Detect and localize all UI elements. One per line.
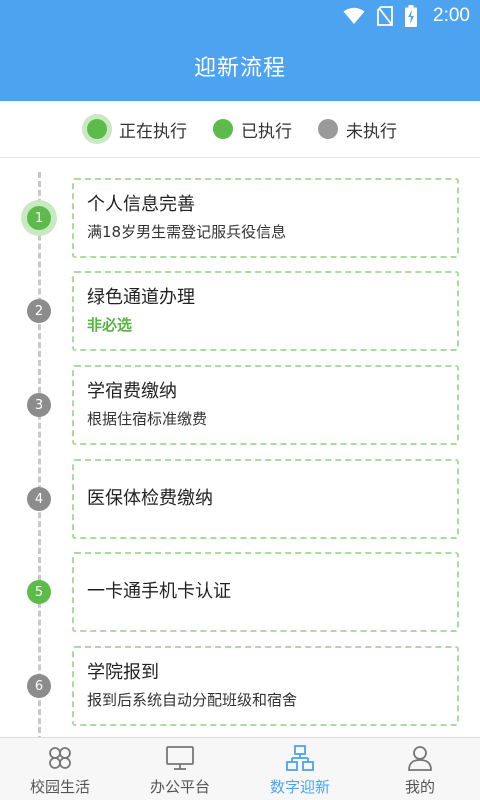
step-card-3[interactable]: 学宿费缴纳 根据住宿标准缴费 — [72, 365, 459, 445]
legend-item-current: 正在执行 — [83, 117, 187, 142]
legend-label: 正在执行 — [119, 121, 187, 142]
tab-label: 校园生活 — [29, 778, 90, 796]
no-sim-icon — [377, 6, 393, 26]
step-marker-3: 3 — [27, 393, 51, 417]
battery-charging-icon — [405, 5, 418, 27]
step-marker-4: 4 — [27, 487, 51, 511]
step-desc: 满18岁男生需登记服兵役信息 — [87, 223, 287, 241]
flower-grid-icon — [49, 747, 71, 769]
legend-item-pending: 未执行 — [318, 117, 397, 142]
step-card-6[interactable]: 学院报到 报到后系统自动分配班级和宿舍 — [72, 646, 459, 726]
tab-digital-welcome[interactable]: 数字迎新 — [240, 738, 360, 800]
step-desc: 根据住宿标准缴费 — [87, 410, 208, 428]
step-title: 绿色通道办理 — [87, 287, 195, 308]
step-desc: 报到后系统自动分配班级和宿舍 — [87, 691, 298, 709]
step-title: 学宿费缴纳 — [87, 381, 177, 402]
step-card-5[interactable]: 一卡通手机卡认证 — [72, 552, 459, 632]
step-marker-2: 2 — [27, 299, 51, 323]
current-dot-icon — [87, 119, 107, 139]
status-icons: 2:00 — [343, 4, 470, 28]
user-icon — [408, 746, 432, 771]
app-header: 2:00 迎新流程 — [0, 0, 480, 101]
status-time: 2:00 — [433, 5, 470, 26]
wifi-icon — [343, 7, 365, 24]
pending-dot-icon — [318, 119, 338, 139]
tab-office-platform[interactable]: 办公平台 — [120, 738, 240, 800]
tab-label: 我的 — [404, 778, 435, 796]
tab-label: 数字迎新 — [269, 778, 330, 796]
step-marker-6: 6 — [27, 674, 51, 698]
timeline-line — [38, 172, 41, 742]
legend-label: 未执行 — [346, 121, 397, 142]
status-bar: 2:00 — [0, 0, 480, 33]
legend: 正在执行 已执行 未执行 — [0, 101, 480, 158]
legend-label: 已执行 — [241, 121, 292, 142]
legend-item-done: 已执行 — [213, 117, 292, 142]
step-title: 一卡通手机卡认证 — [87, 581, 231, 602]
step-title: 医保体检费缴纳 — [87, 488, 213, 509]
step-title: 学院报到 — [87, 662, 159, 683]
tab-campus-life[interactable]: 校园生活 — [0, 738, 120, 800]
org-chart-icon — [286, 745, 314, 771]
step-marker-5: 5 — [27, 580, 51, 604]
step-card-1[interactable]: 个人信息完善 满18岁男生需登记服兵役信息 — [72, 178, 459, 258]
step-card-4[interactable]: 医保体检费缴纳 — [72, 459, 459, 539]
page-title: 迎新流程 — [193, 56, 286, 81]
done-dot-icon — [213, 119, 233, 139]
tab-mine[interactable]: 我的 — [360, 738, 480, 800]
step-marker-1: 1 — [27, 206, 51, 230]
bottom-tab-bar: 校园生活 办公平台 数字迎新 我的 — [0, 737, 480, 800]
monitor-icon — [166, 746, 194, 770]
step-title: 个人信息完善 — [87, 194, 195, 215]
tab-label: 办公平台 — [149, 778, 210, 796]
step-card-2[interactable]: 绿色通道办理 非必选 — [72, 271, 459, 351]
step-desc: 非必选 — [87, 316, 133, 334]
